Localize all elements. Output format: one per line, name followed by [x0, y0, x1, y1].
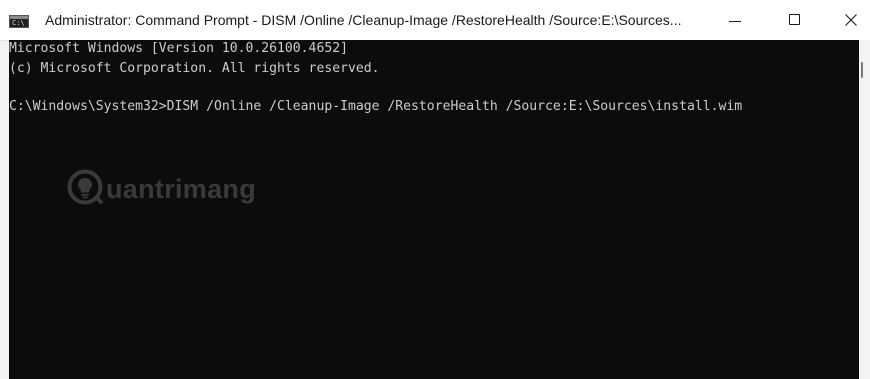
- quantrimang-bulb-logo-icon: [67, 169, 103, 205]
- maximize-icon: [789, 14, 800, 25]
- console-line-copyright: (c) Microsoft Corporation. All rights re…: [9, 61, 380, 76]
- window-title: Administrator: Command Prompt - DISM /On…: [45, 12, 682, 28]
- icon-prompt-glyph: C:\: [12, 19, 25, 27]
- title-bar[interactable]: C:\ Administrator: Command Prompt - DISM…: [0, 0, 870, 41]
- minimize-button[interactable]: [712, 0, 758, 40]
- command-prompt-icon[interactable]: C:\: [9, 15, 29, 28]
- scrollbar-thumb[interactable]: [861, 62, 863, 78]
- close-button[interactable]: [828, 0, 870, 40]
- scrollbar-track[interactable]: [859, 40, 870, 379]
- watermark-text: uantrimang: [106, 174, 257, 204]
- console-output-area[interactable]: Microsoft Windows [Version 10.0.26100.46…: [9, 40, 859, 379]
- console-line-version: Microsoft Windows [Version 10.0.26100.46…: [9, 41, 348, 56]
- close-icon: [845, 14, 857, 26]
- maximize-button[interactable]: [772, 0, 818, 40]
- minimize-icon: [729, 21, 741, 22]
- command-prompt-window: C:\ Administrator: Command Prompt - DISM…: [0, 0, 870, 379]
- console-line-command: C:\Windows\System32>DISM /Online /Cleanu…: [9, 99, 743, 114]
